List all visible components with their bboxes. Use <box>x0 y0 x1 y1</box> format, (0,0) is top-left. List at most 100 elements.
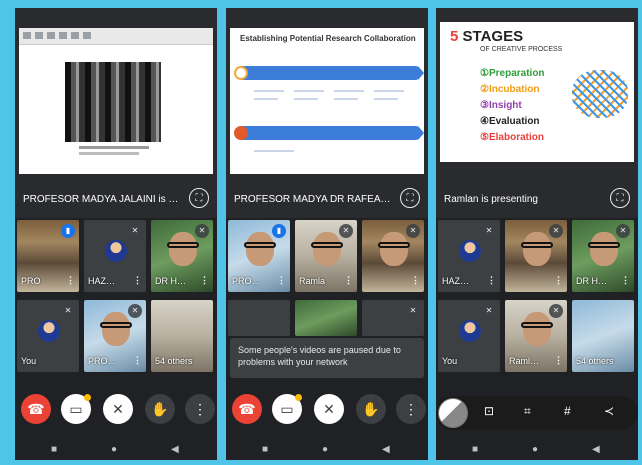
mic-off-icon: ✕ <box>406 304 420 318</box>
share-icon[interactable]: ≺ <box>604 404 614 418</box>
stage-item: ①Preparation <box>480 68 545 79</box>
mic-off-icon: ✕ <box>616 224 630 238</box>
more-options-button[interactable]: ⋮ <box>396 394 426 424</box>
participant-face <box>590 232 618 266</box>
more-options-icon[interactable]: ⋮ <box>66 275 75 286</box>
raise-hand-button[interactable]: ✋ <box>356 394 386 424</box>
presentation-area[interactable]: 5 STAGES OF CREATIVE PROCESS ①Preparatio… <box>436 8 638 218</box>
participant-tile[interactable] <box>295 300 357 336</box>
more-options-icon[interactable]: ⋮ <box>411 275 420 286</box>
camera-off-button[interactable]: ▭ <box>61 394 91 424</box>
glasses <box>244 242 276 248</box>
mic-off-icon: ✕ <box>61 304 75 318</box>
end-call-button[interactable]: ☎ <box>21 394 51 424</box>
participant-tile[interactable]: ✕ DR H… ⋮ <box>572 220 634 292</box>
glasses <box>167 242 199 248</box>
participant-face <box>246 232 274 266</box>
more-options-icon[interactable]: ⋮ <box>344 275 353 286</box>
more-options-icon[interactable]: ⋮ <box>554 275 563 286</box>
step-text <box>294 90 324 92</box>
participant-face <box>102 312 130 346</box>
fullscreen-icon[interactable]: ⛶ <box>189 188 209 208</box>
glasses <box>521 242 553 248</box>
more-options-icon[interactable]: ⋮ <box>200 275 209 286</box>
participant-tile[interactable]: ✕ <box>362 300 424 336</box>
photo-caption-line <box>79 152 139 155</box>
avatar <box>459 320 481 342</box>
back-icon[interactable]: ◀ <box>382 444 390 455</box>
end-call-button[interactable]: ☎ <box>232 394 262 424</box>
participant-tile[interactable]: ✕ PRO… ⋮ <box>84 300 146 372</box>
others-tile[interactable]: 54 others <box>151 300 213 372</box>
more-options-icon[interactable]: ⋮ <box>277 275 286 286</box>
stage-item: ④Evaluation <box>480 116 540 127</box>
tag-icon[interactable]: # <box>564 404 571 418</box>
title-word: STAGES <box>462 28 524 45</box>
more-options-icon[interactable]: ⋮ <box>133 355 142 366</box>
toolbar-icon <box>59 32 67 39</box>
fullscreen-icon[interactable]: ⛶ <box>400 188 420 208</box>
mic-off-icon: ✕ <box>549 224 563 238</box>
toolbar-icon <box>83 32 91 39</box>
participant-tile[interactable]: ✕ HAZ… ⋮ <box>84 220 146 292</box>
more-options-icon[interactable]: ⋮ <box>554 355 563 366</box>
home-icon[interactable]: ● <box>532 444 538 455</box>
mic-off-button[interactable]: ✕ <box>314 394 344 424</box>
participant-tile[interactable]: ▮ PRO ⋮ <box>17 220 79 292</box>
presentation-area[interactable]: PROFESOR MADYA JALAINI is present… ⛶ <box>15 8 217 218</box>
participant-name: Ramla <box>299 276 326 286</box>
presentation-area[interactable]: Establishing Potential Research Collabor… <box>226 8 428 218</box>
step-text <box>294 98 318 100</box>
participant-name: PRO… <box>232 276 261 286</box>
self-tile[interactable]: ✕ You <box>17 300 79 372</box>
participant-name: HAZ… <box>442 276 469 286</box>
call-controls: ☎ ▭ ✕ ✋ ⋮ <box>15 388 217 438</box>
participant-tile[interactable]: ✕ ⋮ <box>505 220 567 292</box>
home-icon[interactable]: ● <box>322 444 328 455</box>
stage-item: ②Incubation <box>480 84 540 95</box>
participant-face <box>313 232 341 266</box>
toolbar-icon <box>47 32 55 39</box>
process-arrow-row <box>240 126 424 140</box>
android-nav-bar: ■ ● ◀ <box>436 440 638 460</box>
participant-tile[interactable] <box>228 300 290 336</box>
crop-icon[interactable]: ⌗ <box>524 404 531 419</box>
home-icon[interactable]: ● <box>111 444 117 455</box>
fullscreen-icon[interactable]: ⛶ <box>610 188 630 208</box>
mic-off-icon: ✕ <box>339 224 353 238</box>
more-options-icon[interactable]: ⋮ <box>487 275 496 286</box>
recents-icon[interactable]: ■ <box>262 444 268 455</box>
recording-thumbnail[interactable] <box>438 398 468 428</box>
participant-tile[interactable]: ✕ DR H… ⋮ <box>151 220 213 292</box>
slide-subtitle: OF CREATIVE PROCESS <box>480 46 563 53</box>
document-toolbar <box>19 28 213 45</box>
back-icon[interactable]: ◀ <box>592 444 600 455</box>
participant-name: DR H… <box>155 276 186 286</box>
participant-tile[interactable]: ✕ Raml… ⋮ <box>505 300 567 372</box>
more-options-icon[interactable]: ⋮ <box>621 275 630 286</box>
historical-photo <box>65 62 161 142</box>
participant-tile[interactable]: ✕ Ramla ⋮ <box>295 220 357 292</box>
participant-tile[interactable]: ✕ HAZ… ⋮ <box>438 220 500 292</box>
participant-tile[interactable]: ▮ PRO… ⋮ <box>228 220 290 292</box>
stage-item: ③Insight <box>480 100 522 111</box>
back-icon[interactable]: ◀ <box>171 444 179 455</box>
others-tile[interactable]: 54 others <box>572 300 634 372</box>
recents-icon[interactable]: ■ <box>51 444 57 455</box>
recents-icon[interactable]: ■ <box>472 444 478 455</box>
shared-slide: 5 STAGES OF CREATIVE PROCESS ①Preparatio… <box>440 22 634 162</box>
self-tile[interactable]: ✕ You <box>438 300 500 372</box>
warning-dot <box>84 394 91 401</box>
mic-off-button[interactable]: ✕ <box>103 394 133 424</box>
more-options-icon[interactable]: ⋮ <box>133 275 142 286</box>
screenshot-icon[interactable]: ⊡ <box>484 404 494 418</box>
step-circle <box>234 66 248 80</box>
more-options-button[interactable]: ⋮ <box>185 394 215 424</box>
process-arrow-row <box>240 66 424 80</box>
camera-off-button[interactable]: ▭ <box>272 394 302 424</box>
participant-tile[interactable]: ✕ ⋮ <box>362 220 424 292</box>
avatar <box>38 320 60 342</box>
step-text <box>334 90 364 92</box>
raise-hand-button[interactable]: ✋ <box>145 394 175 424</box>
stage-item: ⑤Elaboration <box>480 132 544 143</box>
